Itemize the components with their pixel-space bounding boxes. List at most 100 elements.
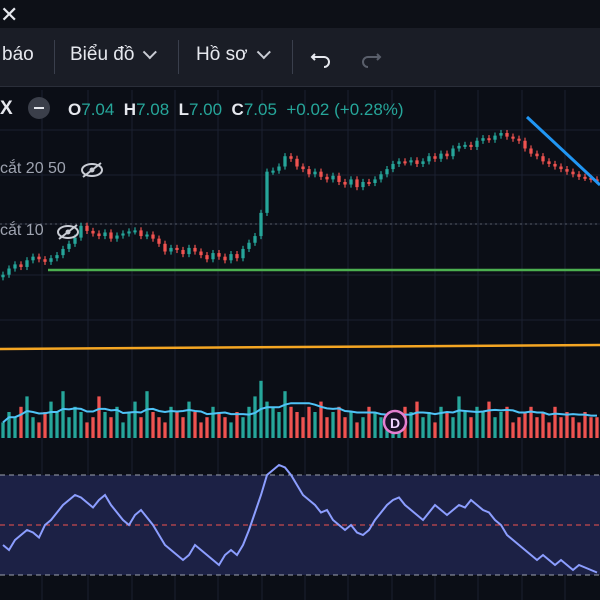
candle-body (523, 140, 527, 149)
volume-bar (505, 406, 509, 438)
candle-body (373, 179, 377, 183)
candle-body (121, 233, 125, 236)
chart-canvas[interactable]: D (0, 0, 600, 600)
volume-bar (421, 417, 425, 438)
low-label: L (178, 100, 189, 119)
volume-bar (139, 417, 143, 438)
candle-body (529, 148, 533, 154)
volume-bar (379, 417, 383, 438)
candle-body (559, 166, 563, 170)
candle-body (493, 135, 497, 140)
candle-body (271, 170, 275, 173)
volume-bar (301, 417, 305, 438)
candle-body (463, 144, 467, 147)
candle-body (229, 254, 233, 261)
volume-bar (409, 412, 413, 438)
candle-body (103, 232, 107, 237)
candle-body (115, 235, 119, 239)
candle-body (505, 133, 509, 137)
candle-body (151, 234, 155, 239)
ohlc-readout: O7.04 H7.08 L7.00 C7.05 +0.02 (+0.28%) (68, 100, 404, 120)
candle-body (307, 169, 311, 175)
candle-body (277, 166, 281, 171)
candle-body (481, 138, 485, 141)
volume-bar (295, 412, 299, 438)
candle-body (535, 153, 539, 157)
candle-body (361, 181, 365, 188)
candle-body (193, 247, 197, 252)
candle-body (31, 256, 35, 261)
volume-bar (457, 396, 461, 438)
candle-body (391, 163, 395, 170)
volume-bar (589, 417, 593, 438)
volume-bar (205, 417, 209, 438)
candle-body (319, 171, 323, 177)
volume-bar (55, 412, 59, 438)
minus-icon[interactable] (28, 97, 50, 119)
volume-bar (1, 422, 5, 438)
candle-body (295, 158, 299, 167)
candle-body (571, 171, 575, 175)
candle-body (553, 163, 557, 167)
volume-bar (499, 412, 503, 438)
candle-body (343, 181, 347, 185)
volume-bar (451, 417, 455, 438)
candle-body (367, 181, 371, 184)
volume-bar (181, 417, 185, 438)
candle-body (25, 260, 29, 267)
volume-bar (253, 396, 257, 438)
candle-body (487, 138, 491, 141)
volume-bar (133, 401, 137, 438)
volume-bar (247, 406, 251, 438)
volume-bar (577, 422, 581, 438)
volume-bar (487, 401, 491, 438)
volume-bar (175, 412, 179, 438)
eye-off-icon[interactable] (80, 162, 104, 178)
volume-bar (235, 412, 239, 438)
volume-bar (415, 401, 419, 438)
volume-bar (37, 422, 41, 438)
change-value: +0.02 (286, 100, 330, 119)
candle-body (265, 171, 269, 213)
candle-body (289, 156, 293, 159)
volume-bar (511, 422, 515, 438)
volume-bar (277, 412, 281, 438)
volume-bar (541, 412, 545, 438)
candle-body (313, 171, 317, 175)
volume-bar (361, 417, 365, 438)
symbol-label: X (0, 98, 13, 119)
volume-bar (49, 401, 53, 438)
volume-bar (217, 412, 221, 438)
volume-bar (19, 406, 23, 438)
volume-bar (307, 406, 311, 438)
candle-body (457, 145, 461, 149)
candle-body (577, 174, 581, 177)
volume-bar (355, 422, 359, 438)
volume-bar (271, 406, 275, 438)
candle-body (331, 175, 335, 180)
candle-body (241, 248, 245, 259)
candle-body (433, 156, 437, 159)
candle-body (109, 232, 113, 239)
candle-body (379, 174, 383, 180)
volume-bar (517, 417, 521, 438)
candle-body (13, 264, 17, 269)
candle-body (127, 231, 131, 234)
candle-body (355, 179, 359, 188)
candle-body (565, 169, 569, 172)
volume-bar (283, 391, 287, 438)
volume-bar (43, 412, 47, 438)
dividend-marker-label: D (390, 415, 400, 431)
volume-bar (337, 406, 341, 438)
dividend-marker[interactable]: D (382, 409, 408, 435)
volume-bar (223, 417, 227, 438)
eye-off-icon[interactable] (56, 224, 80, 240)
candle-body (49, 258, 53, 262)
close-value: 7.05 (243, 100, 277, 119)
candle-body (475, 140, 479, 147)
candle-body (187, 247, 191, 255)
candle-body (511, 136, 515, 139)
volume-bar (31, 417, 35, 438)
volume-bar (13, 417, 17, 438)
volume-bar (85, 422, 89, 438)
